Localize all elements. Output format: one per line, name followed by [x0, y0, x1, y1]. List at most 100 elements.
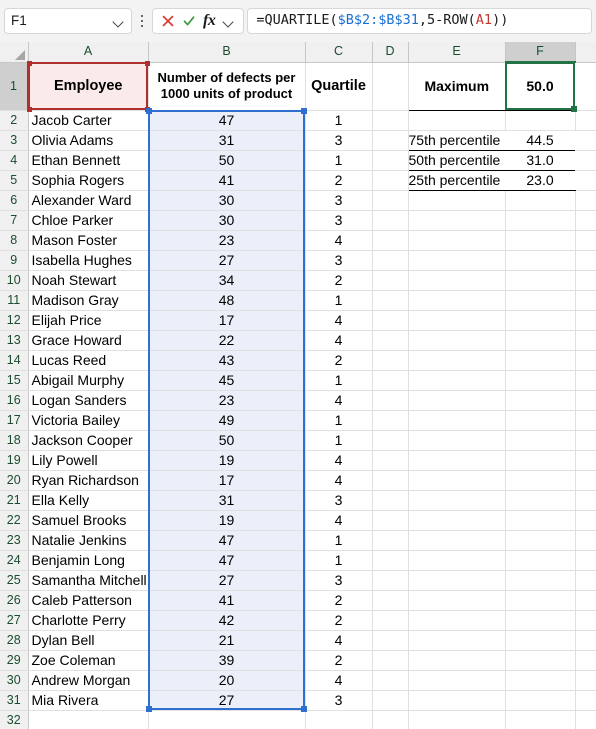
row-header-2[interactable]: 2 [0, 110, 29, 131]
cell-e30[interactable] [408, 670, 506, 691]
cell-c8-quartile[interactable]: 4 [305, 230, 373, 251]
cell-e2[interactable] [408, 110, 506, 131]
cell-e26[interactable] [408, 590, 506, 611]
cell-d32[interactable] [372, 710, 409, 729]
cell-c20-quartile[interactable]: 4 [305, 470, 373, 491]
row-header-20[interactable]: 20 [0, 470, 29, 491]
column-header-b[interactable]: B [148, 42, 306, 63]
cell-d25[interactable] [372, 570, 409, 591]
column-header-d[interactable]: D [372, 42, 409, 63]
row-header-5[interactable]: 5 [0, 170, 29, 191]
column-header-e[interactable]: E [408, 42, 506, 63]
cell-e5-stat-label[interactable]: 25th percentile [408, 170, 505, 191]
cell-f1-maximum-value[interactable]: 50.0 [505, 62, 575, 111]
cell-a24-employee[interactable]: Benjamin Long [28, 550, 149, 571]
cell-a12-employee[interactable]: Elijah Price [28, 310, 149, 331]
cell-e20[interactable] [408, 470, 506, 491]
row-header-32[interactable]: 32 [0, 710, 29, 729]
cell-a2-employee[interactable]: Jacob Carter [28, 110, 149, 131]
cell-b7-defects[interactable]: 30 [148, 210, 306, 231]
row-header-24[interactable]: 24 [0, 550, 29, 571]
cell-b5-defects[interactable]: 41 [148, 170, 306, 191]
row-header-31[interactable]: 31 [0, 690, 29, 711]
cell-c9-quartile[interactable]: 3 [305, 250, 373, 271]
cell-f3-stat-value[interactable]: 44.5 [505, 130, 575, 151]
cell-a23-employee[interactable]: Natalie Jenkins [28, 530, 149, 551]
cell-f11[interactable] [505, 290, 576, 311]
cell-d24[interactable] [372, 550, 409, 571]
cell-f7[interactable] [505, 210, 576, 231]
cell-b18-defects[interactable]: 50 [148, 430, 306, 451]
cell-f10[interactable] [505, 270, 576, 291]
cell-c7-quartile[interactable]: 3 [305, 210, 373, 231]
cell-e31[interactable] [408, 690, 506, 711]
cell-a17-employee[interactable]: Victoria Bailey [28, 410, 149, 431]
cell-c22-quartile[interactable]: 4 [305, 510, 373, 531]
cell-e27[interactable] [408, 610, 506, 631]
cell-c10-quartile[interactable]: 2 [305, 270, 373, 291]
cell-c17-quartile[interactable]: 1 [305, 410, 373, 431]
cell-a27-employee[interactable]: Charlotte Perry [28, 610, 149, 631]
cell-a25-employee[interactable]: Samantha Mitchell [28, 570, 149, 591]
cell-g30[interactable] [575, 670, 596, 691]
cell-b22-defects[interactable]: 19 [148, 510, 306, 531]
cell-g2[interactable] [575, 110, 596, 131]
cell-a5-employee[interactable]: Sophia Rogers [28, 170, 149, 191]
cell-a20-employee[interactable]: Ryan Richardson [28, 470, 149, 491]
cell-b24-defects[interactable]: 47 [148, 550, 306, 571]
cell-f15[interactable] [505, 370, 576, 391]
cell-d16[interactable] [372, 390, 409, 411]
cell-g4[interactable] [575, 150, 596, 171]
cell-e14[interactable] [408, 350, 506, 371]
cell-e4-stat-label[interactable]: 50th percentile [408, 150, 505, 171]
cell-g32[interactable] [575, 710, 596, 729]
cell-g5[interactable] [575, 170, 596, 191]
cell-d26[interactable] [372, 590, 409, 611]
cell-b14-defects[interactable]: 43 [148, 350, 306, 371]
cell-a18-employee[interactable]: Jackson Cooper [28, 430, 149, 451]
cell-e1-maximum-label[interactable]: Maximum [408, 62, 505, 111]
cell-c32[interactable] [305, 710, 373, 729]
cell-g19[interactable] [575, 450, 596, 471]
cell-g3[interactable] [575, 130, 596, 151]
cell-c1-quartile-header[interactable]: Quartile [305, 62, 373, 111]
cell-c24-quartile[interactable]: 1 [305, 550, 373, 571]
cell-f16[interactable] [505, 390, 576, 411]
cell-b3-defects[interactable]: 31 [148, 130, 306, 151]
cell-d13[interactable] [372, 330, 409, 351]
row-header-26[interactable]: 26 [0, 590, 29, 611]
cell-c30-quartile[interactable]: 4 [305, 670, 373, 691]
cell-g21[interactable] [575, 490, 596, 511]
row-header-12[interactable]: 12 [0, 310, 29, 331]
cell-c31-quartile[interactable]: 3 [305, 690, 373, 711]
cell-g18[interactable] [575, 430, 596, 451]
cell-g1[interactable] [575, 62, 596, 111]
cell-b30-defects[interactable]: 20 [148, 670, 306, 691]
cell-e25[interactable] [408, 570, 506, 591]
row-header-11[interactable]: 11 [0, 290, 29, 311]
cell-c21-quartile[interactable]: 3 [305, 490, 373, 511]
row-header-15[interactable]: 15 [0, 370, 29, 391]
cell-f23[interactable] [505, 530, 576, 551]
cell-d1[interactable] [372, 62, 409, 111]
cell-f12[interactable] [505, 310, 576, 331]
cell-d4[interactable] [372, 150, 409, 171]
cell-a4-employee[interactable]: Ethan Bennett [28, 150, 149, 171]
cell-d29[interactable] [372, 650, 409, 671]
cell-f26[interactable] [505, 590, 576, 611]
cancel-x-icon[interactable] [161, 14, 175, 28]
cell-f21[interactable] [505, 490, 576, 511]
cell-g31[interactable] [575, 690, 596, 711]
cell-c2-quartile[interactable]: 1 [305, 110, 373, 131]
cell-a31-employee[interactable]: Mia Rivera [28, 690, 149, 711]
cell-g28[interactable] [575, 630, 596, 651]
cell-a13-employee[interactable]: Grace Howard [28, 330, 149, 351]
cell-c23-quartile[interactable]: 1 [305, 530, 373, 551]
cell-a3-employee[interactable]: Olivia Adams [28, 130, 149, 151]
cell-g24[interactable] [575, 550, 596, 571]
row-header-4[interactable]: 4 [0, 150, 29, 171]
cell-f24[interactable] [505, 550, 576, 571]
row-header-17[interactable]: 17 [0, 410, 29, 431]
cell-e9[interactable] [408, 250, 506, 271]
cell-d3[interactable] [372, 130, 409, 151]
